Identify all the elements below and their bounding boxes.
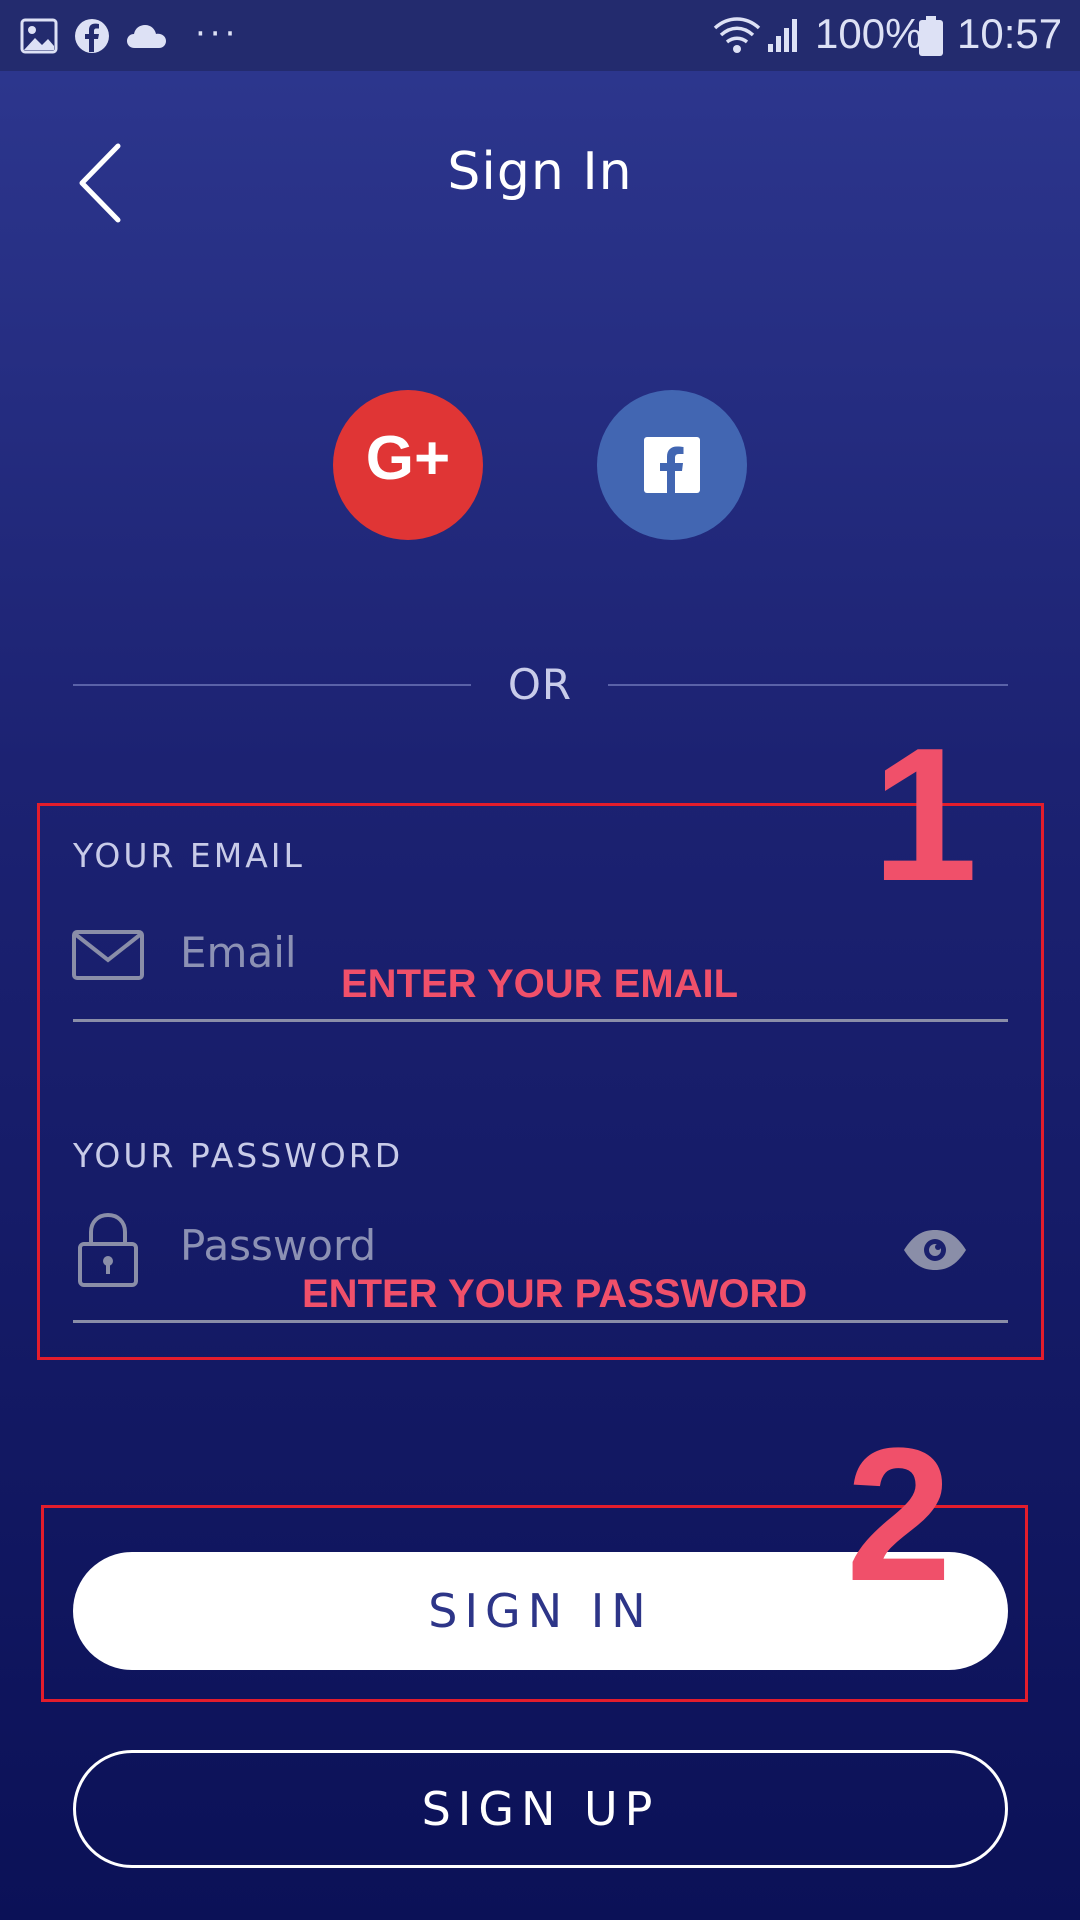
or-divider-text: OR — [507, 660, 573, 709]
divider-line-right — [608, 684, 1008, 686]
divider-line-left — [73, 684, 471, 686]
signal-icon — [768, 19, 797, 52]
gallery-icon — [20, 18, 58, 54]
battery-icon — [919, 16, 943, 56]
wifi-icon — [713, 17, 761, 53]
sign-up-button[interactable]: SIGN UP — [73, 1750, 1008, 1868]
clock: 10:57 — [957, 10, 1063, 57]
google-plus-icon: G+ — [365, 424, 451, 493]
annotation-password-text: ENTER YOUR PASSWORD — [302, 1272, 808, 1316]
facebook-icon — [644, 437, 700, 493]
facebook-signin-button[interactable] — [597, 390, 747, 540]
battery-percentage: 100% — [815, 10, 923, 57]
page-title: Sign In — [447, 142, 633, 202]
more-dots-icon: ··· — [195, 14, 240, 54]
facebook-notification-icon — [75, 19, 109, 53]
annotation-number-1: 1 — [872, 709, 978, 921]
annotation-number-2: 2 — [846, 1409, 952, 1621]
google-signin-button[interactable]: G+ — [333, 390, 483, 540]
status-bar: ··· 100% 10:57 — [0, 0, 1080, 71]
cloud-icon — [127, 25, 166, 48]
annotation-email-text: ENTER YOUR EMAIL — [341, 962, 739, 1006]
